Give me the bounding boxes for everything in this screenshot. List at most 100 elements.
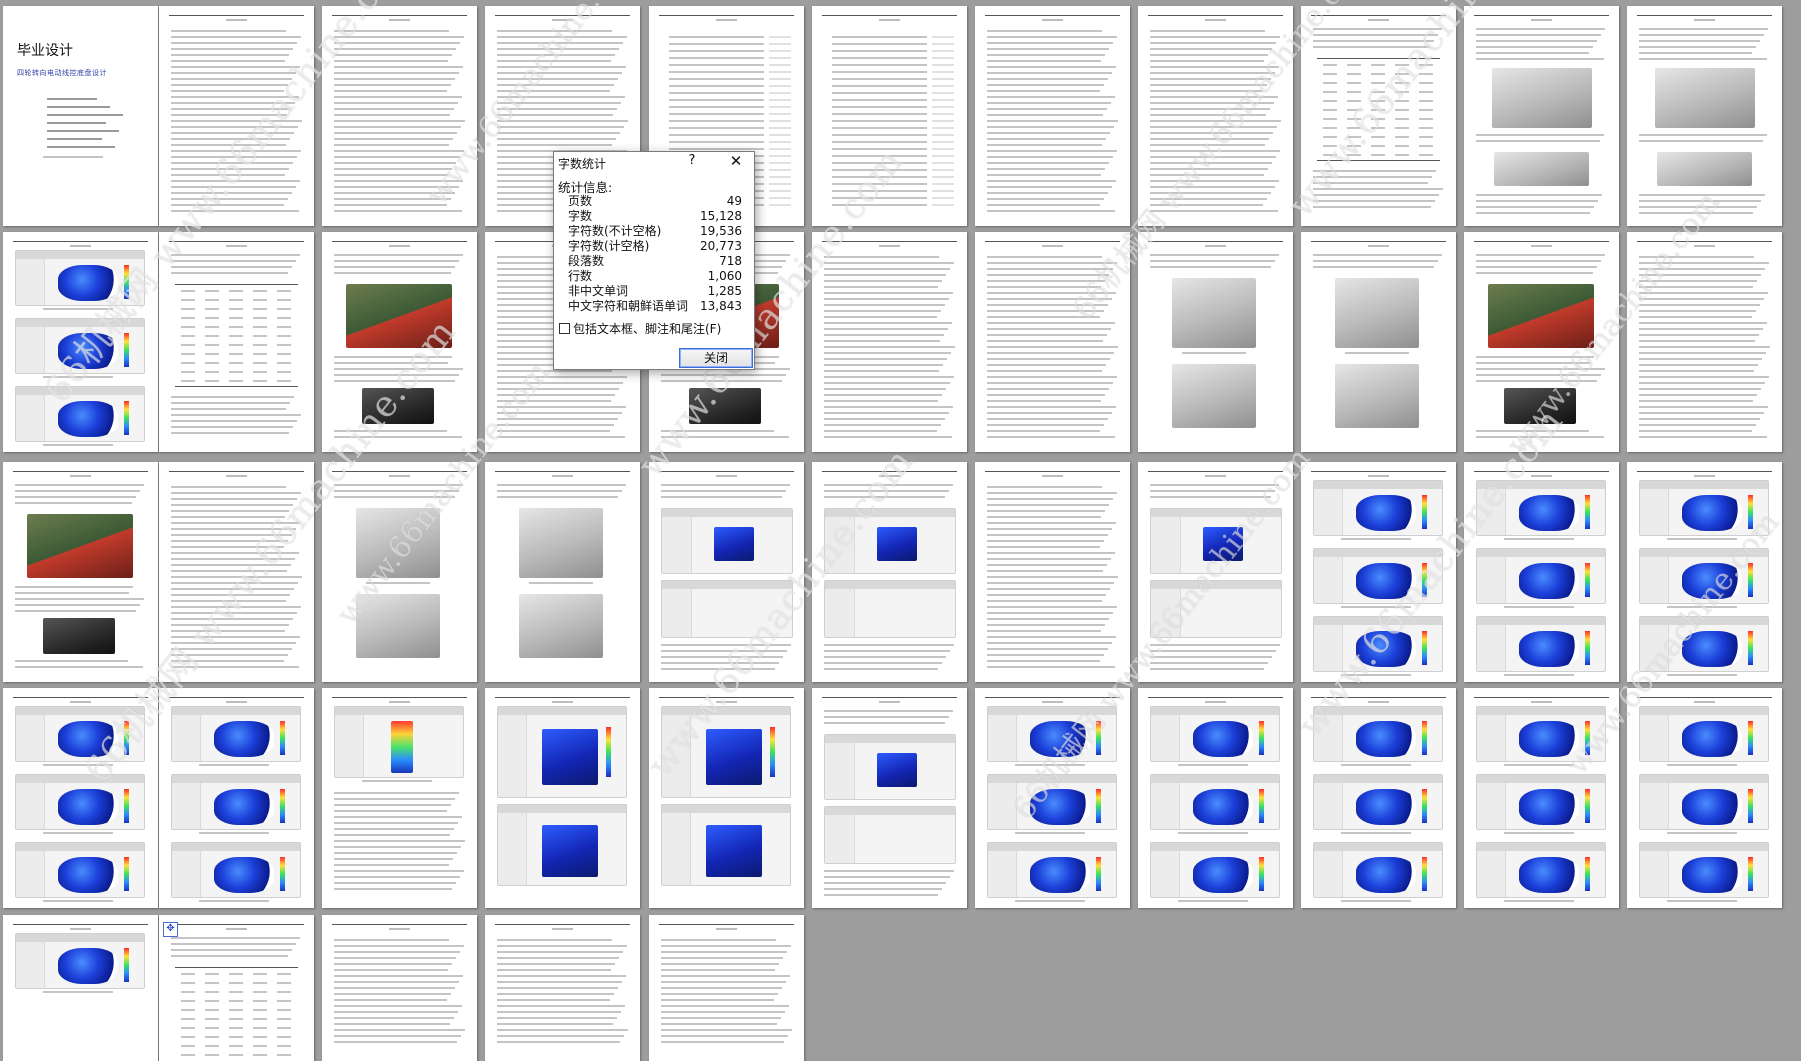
- text-line: [497, 90, 610, 92]
- page-thumbnail[interactable]: [1138, 6, 1293, 226]
- text-line: [334, 72, 459, 74]
- page-header-rule: [332, 924, 467, 930]
- text-line: [1150, 96, 1278, 98]
- page-thumbnail[interactable]: [322, 915, 477, 1061]
- text-line: [661, 987, 782, 989]
- page-thumbnail[interactable]: 毕业设计 四轮转向电动线控底盘设计: [3, 6, 158, 226]
- text-line: [497, 436, 625, 438]
- page-thumbnail[interactable]: [1138, 462, 1293, 682]
- text-line: [1313, 28, 1442, 30]
- text-line: [171, 272, 288, 274]
- text-line: [1476, 58, 1604, 60]
- text-line: [497, 102, 621, 104]
- page-thumbnail[interactable]: [1464, 688, 1619, 908]
- page-thumbnail[interactable]: [1301, 232, 1456, 452]
- help-button[interactable]: ?: [684, 153, 700, 173]
- text-line: [824, 268, 950, 270]
- page-thumbnail[interactable]: [3, 915, 158, 1061]
- text-line: [1150, 114, 1266, 116]
- page-thumbnail[interactable]: [322, 462, 477, 682]
- page-thumbnail[interactable]: [1464, 232, 1619, 452]
- text-line: [171, 666, 299, 668]
- text-line: [987, 210, 1115, 212]
- stat-row: 字数 15,128: [568, 209, 748, 224]
- page-thumbnail[interactable]: [975, 462, 1130, 682]
- text-line: [824, 316, 937, 318]
- word-count-dialog[interactable]: 字数统计 ? ✕ 统计信息: 页数 49 字数 15,128 字符数(不计空格) 19…: [553, 151, 755, 370]
- page-thumbnail[interactable]: [1301, 688, 1456, 908]
- page-thumbnail[interactable]: [159, 462, 314, 682]
- stat-value: 13,843: [700, 299, 742, 313]
- text-line: [1639, 316, 1752, 318]
- text-line: [334, 804, 451, 806]
- text-line: [497, 1041, 620, 1043]
- page-thumbnail[interactable]: [812, 688, 967, 908]
- page-thumbnail[interactable]: [975, 6, 1130, 226]
- text-line: [15, 604, 140, 606]
- document-multipage-view[interactable]: 毕业设计 四轮转向电动线控底盘设计 66机械网 www.66machine.com w…: [0, 0, 1801, 1061]
- text-line: [334, 858, 453, 860]
- page-thumbnail[interactable]: [1464, 6, 1619, 226]
- checkbox-box[interactable]: [559, 323, 570, 334]
- text-line: [1150, 266, 1271, 268]
- close-icon[interactable]: ✕: [726, 152, 746, 172]
- text-line: [987, 406, 1116, 408]
- page-thumbnail[interactable]: [159, 6, 314, 226]
- text-line: [1639, 328, 1763, 330]
- text-line: [497, 120, 628, 122]
- text-line: [987, 636, 1116, 638]
- text-line: [1639, 28, 1768, 30]
- page-thumbnail[interactable]: [975, 688, 1130, 908]
- text-line: [334, 30, 449, 32]
- page-thumbnail[interactable]: [649, 462, 804, 682]
- page-thumbnail[interactable]: [322, 6, 477, 226]
- page-thumbnail[interactable]: [1138, 232, 1293, 452]
- simulation-screenshot: [987, 842, 1117, 898]
- text-line: [334, 162, 456, 164]
- page-thumbnail[interactable]: [812, 6, 967, 226]
- page-thumbnail[interactable]: [159, 915, 314, 1061]
- text-line: [497, 36, 627, 38]
- page-thumbnail[interactable]: [159, 688, 314, 908]
- page-thumbnail[interactable]: [1627, 6, 1782, 226]
- page-thumbnail[interactable]: [812, 462, 967, 682]
- text-line: [661, 490, 786, 492]
- page-thumbnail[interactable]: [322, 688, 477, 908]
- page-thumbnail[interactable]: [1301, 462, 1456, 682]
- text-line: [987, 108, 1107, 110]
- page-thumbnail[interactable]: [1627, 462, 1782, 682]
- text-line: [171, 144, 286, 146]
- page-thumbnail[interactable]: [322, 232, 477, 452]
- page-thumbnail[interactable]: [1627, 232, 1782, 452]
- include-textboxes-checkbox[interactable]: 包括文本框、脚注和尾注(F): [559, 320, 721, 337]
- simulation-screenshot: [1313, 548, 1443, 604]
- page-thumbnail[interactable]: [1627, 688, 1782, 908]
- page-thumbnail[interactable]: [649, 915, 804, 1061]
- text-line: [334, 192, 455, 194]
- page-thumbnail[interactable]: [1464, 462, 1619, 682]
- text-line: [1313, 254, 1442, 256]
- cover-info-line: [47, 106, 110, 108]
- page-thumbnail[interactable]: [812, 232, 967, 452]
- text-line: [1476, 134, 1604, 136]
- text-line: [171, 588, 294, 590]
- page-thumbnail[interactable]: [3, 688, 158, 908]
- text-line: [1476, 28, 1605, 30]
- page-thumbnail[interactable]: [1301, 6, 1456, 226]
- simulation-screenshot: [1639, 480, 1769, 536]
- page-header-rule: [985, 471, 1120, 477]
- page-thumbnail[interactable]: [159, 232, 314, 452]
- table-move-handle-icon[interactable]: ✥: [163, 922, 178, 937]
- close-button[interactable]: 关闭: [679, 348, 753, 368]
- page-thumbnail[interactable]: [485, 915, 640, 1061]
- page-header-rule: [1474, 15, 1609, 21]
- page-thumbnail[interactable]: [485, 462, 640, 682]
- page-thumbnail[interactable]: [1138, 688, 1293, 908]
- page-thumbnail[interactable]: [975, 232, 1130, 452]
- page-thumbnail[interactable]: [3, 232, 158, 452]
- page-thumbnail[interactable]: [485, 688, 640, 908]
- page-thumbnail[interactable]: [649, 688, 804, 908]
- text-line: [171, 174, 285, 176]
- text-line: [661, 1041, 784, 1043]
- page-thumbnail[interactable]: [3, 462, 158, 682]
